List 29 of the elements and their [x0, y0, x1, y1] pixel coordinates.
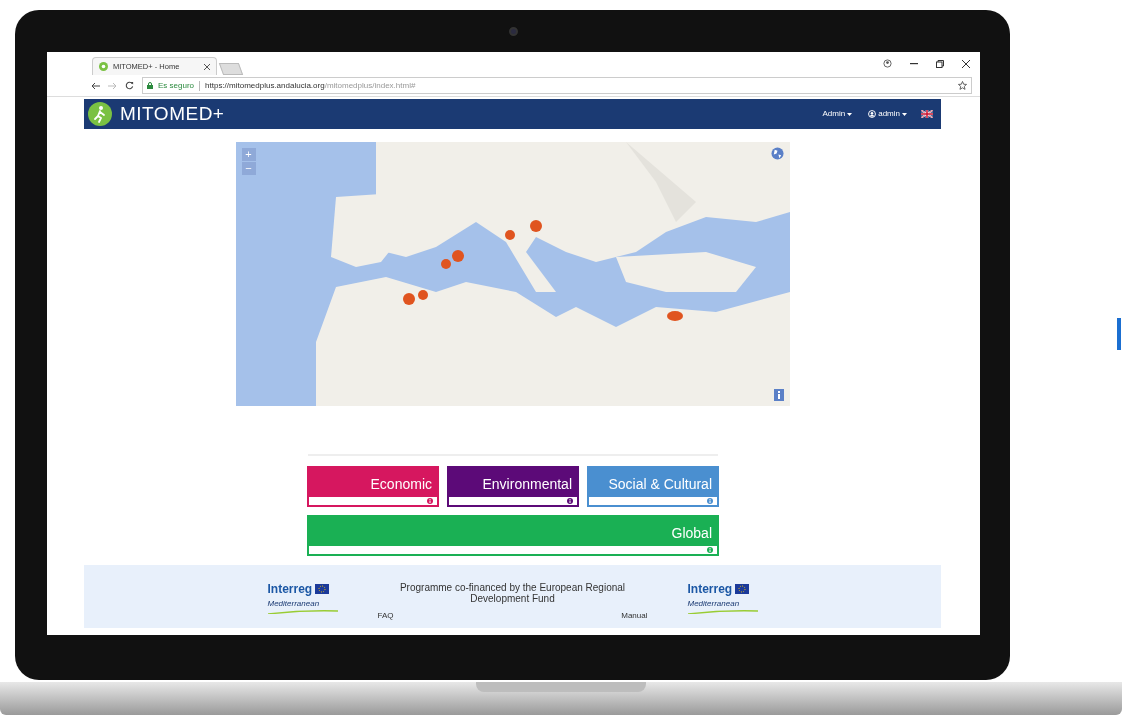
address-bar[interactable]: Es seguro https://mitomedplus.andalucia.org/mitomedplus/index.html# [142, 77, 972, 94]
globe-icon[interactable] [770, 147, 784, 160]
user-icon [868, 110, 877, 118]
account-icon[interactable] [883, 59, 892, 68]
brand-name[interactable]: MITOMED+ [120, 99, 225, 129]
close-icon[interactable] [204, 63, 210, 70]
indicator-tile[interactable]: Environmental [447, 466, 579, 507]
user-menu[interactable]: admin [868, 108, 907, 120]
footer-link[interactable]: FAQ [377, 609, 394, 622]
interreg-logo: Interreg Mediterranean [267, 579, 338, 614]
close-icon[interactable] [962, 59, 970, 68]
admin-menu[interactable]: Admin [822, 108, 853, 120]
favicon-icon [99, 62, 108, 71]
indicator-tile[interactable]: Economic [307, 466, 439, 507]
maximize-icon[interactable] [936, 59, 944, 68]
back-icon[interactable] [91, 81, 100, 90]
flag-icon[interactable] [921, 110, 933, 118]
reload-icon[interactable] [125, 81, 134, 90]
info-icon[interactable] [567, 498, 573, 504]
minimize-icon[interactable] [910, 62, 918, 65]
logo-icon [88, 102, 112, 126]
footer-link[interactable]: Manual [621, 609, 648, 622]
webcam [509, 26, 518, 36]
caret-icon [902, 112, 907, 116]
caret-icon [847, 112, 853, 116]
funding-text: Programme co-financed by the European Regional Development Fund [398, 581, 627, 604]
edge-mark [1117, 318, 1121, 350]
interreg-logo: Interreg Mediterranean [687, 579, 758, 614]
info-icon[interactable] [427, 498, 433, 504]
